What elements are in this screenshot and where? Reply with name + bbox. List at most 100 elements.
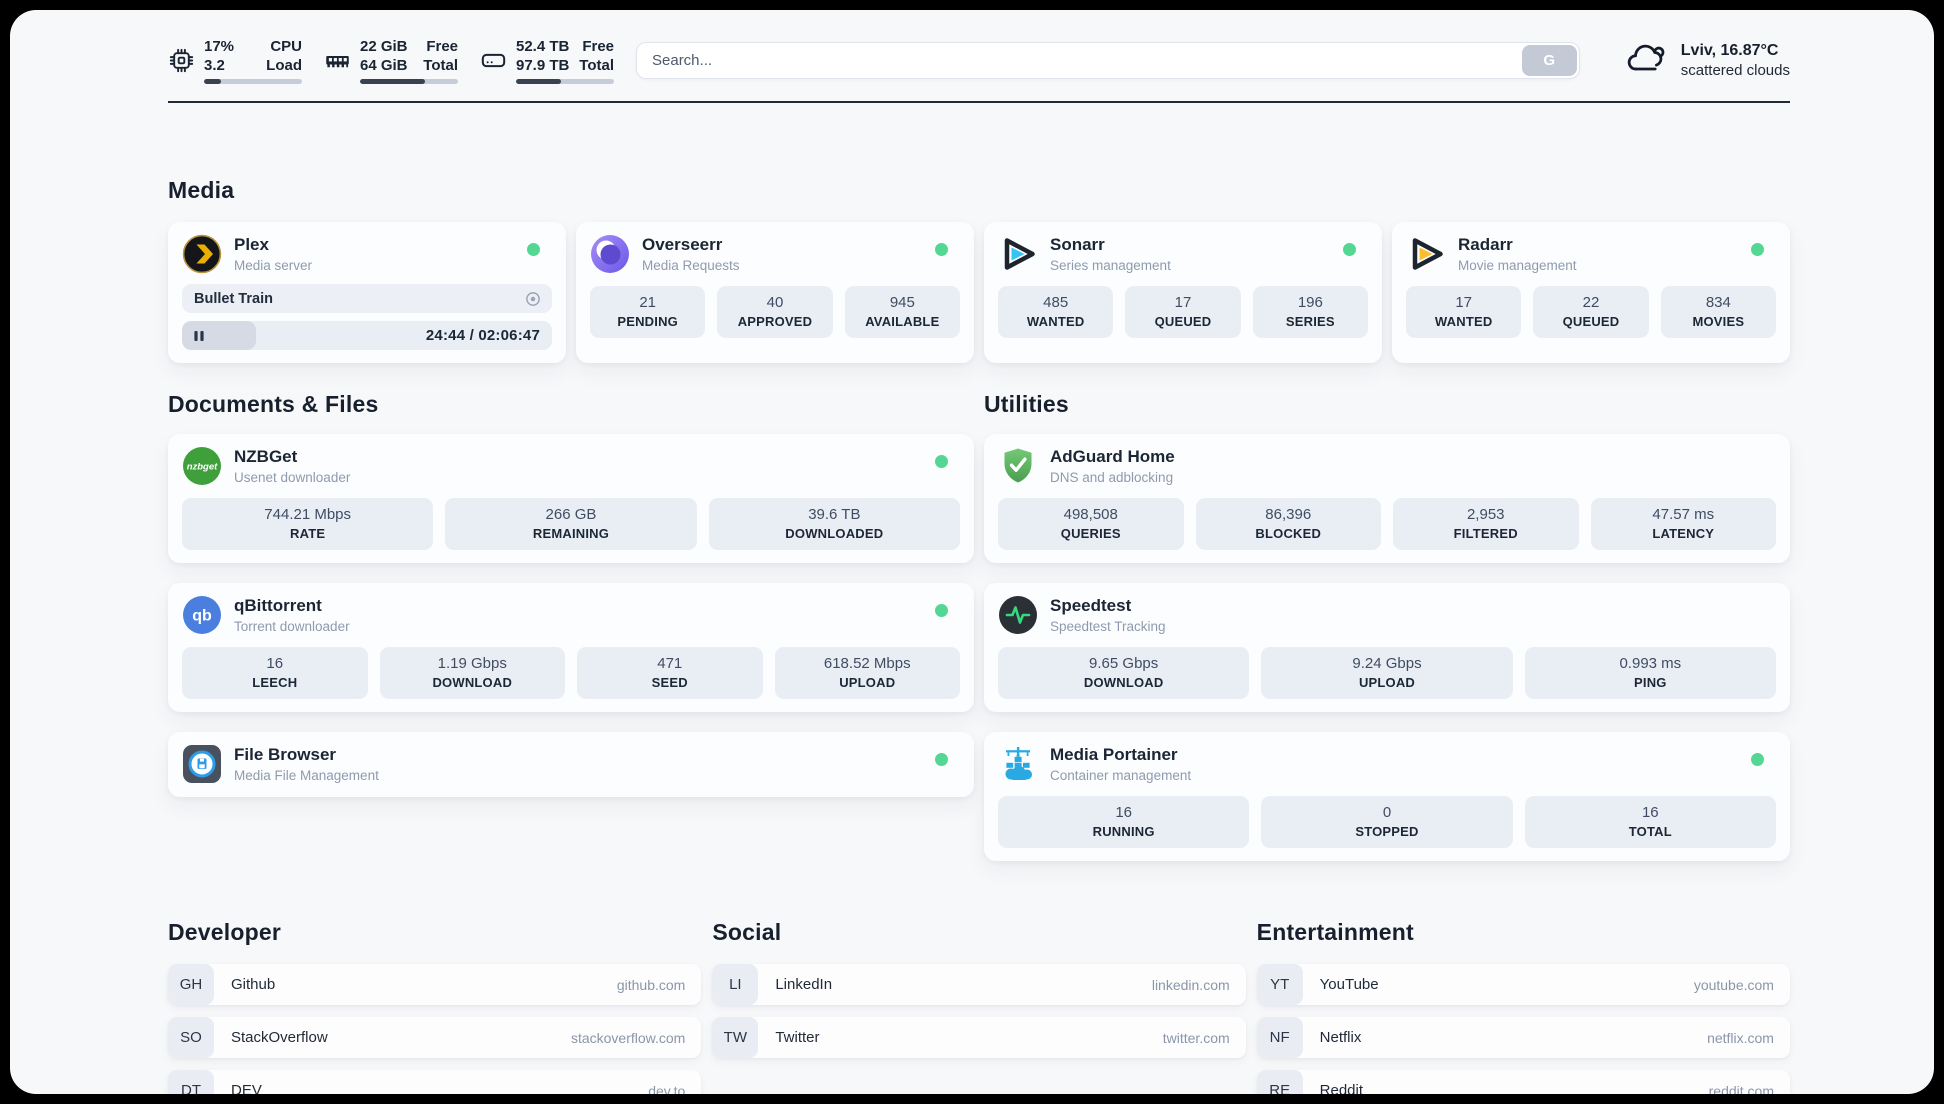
speedtest-card[interactable]: Speedtest Speedtest Tracking 9.65 Gbps DO…: [984, 583, 1790, 712]
app-title: File Browser: [234, 745, 337, 764]
bookmark-abbr: LI: [712, 964, 759, 1005]
system-stats: 17% 3.2 CPU Load 22 GiB 64 GiB Free Total: [168, 37, 614, 85]
plex-card[interactable]: Plex Media server Bullet Train 24:44 / 0…: [168, 222, 566, 363]
cpu-progress-fill: [204, 79, 221, 85]
stat-download: 1.19 Gbps DOWNLOAD: [379, 647, 565, 699]
documents-section: Documents & Files nzbget NZBGet Usenet d…: [168, 391, 974, 861]
app-title: Media Portainer: [1050, 745, 1178, 764]
plex-progress-bar[interactable]: 24:44 / 02:06:47: [182, 321, 552, 350]
bookmark-url: youtube.com: [1693, 976, 1774, 993]
status-online-dot: [935, 243, 948, 256]
stat-downloaded: 39.6 TB DOWNLOADED: [708, 498, 960, 550]
stat-total: 16 TOTAL: [1524, 796, 1776, 848]
search-input[interactable]: [636, 42, 1580, 79]
video-session-icon[interactable]: [524, 290, 542, 308]
stat-queries: 498,508 QUERIES: [998, 498, 1184, 550]
stat-remaining: 266 GB REMAINING: [445, 498, 697, 550]
now-playing-title: Bullet Train: [194, 290, 273, 307]
app-subtitle: Movie management: [1458, 258, 1577, 273]
dashboard-page: 17% 3.2 CPU Load 22 GiB 64 GiB Free Total: [10, 10, 1934, 1094]
disk-stat: 52.4 TB 97.9 TB Free Total: [480, 37, 614, 85]
adguard-card[interactable]: AdGuard Home DNS and adblocking 498,508 Q…: [984, 434, 1790, 563]
utilities-section-title: Utilities: [984, 391, 1069, 417]
memory-free: 22 GiB: [360, 37, 408, 55]
bookmark-abbr: NF: [1256, 1017, 1303, 1058]
stat-rate: 744.21 Mbps RATE: [182, 498, 434, 550]
qbittorrent-icon: qb: [182, 595, 222, 635]
cpu-stat: 17% 3.2 CPU Load: [168, 37, 302, 85]
bookmark-github[interactable]: GH Github github.com: [168, 964, 702, 1005]
disk-progress-track: [516, 79, 614, 85]
social-section-title: Social: [712, 919, 782, 945]
stat-available: 945 AVAILABLE: [844, 286, 960, 338]
developer-section: Developer GH Github github.com SO StackO…: [168, 919, 702, 1094]
bookmark-reddit[interactable]: RE Reddit reddit.com: [1256, 1070, 1790, 1095]
cloud-icon: [1624, 36, 1668, 85]
bookmark-name: StackOverflow: [231, 1029, 328, 1046]
bookmark-dev[interactable]: DT DEV dev.to: [168, 1070, 702, 1094]
stat-ping: 0.993 ms PING: [1524, 647, 1776, 699]
entertainment-section-title: Entertainment: [1256, 919, 1414, 945]
playback-time: 24:44 / 02:06:47: [425, 327, 540, 344]
bookmark-abbr: SO: [168, 1017, 214, 1058]
app-title: Radarr: [1458, 235, 1513, 254]
bookmark-url: stackoverflow.com: [570, 1029, 686, 1046]
nzbget-card[interactable]: nzbget NZBGet Usenet downloader 744.21 M…: [168, 434, 974, 563]
media-section-title: Media: [168, 177, 235, 203]
disk-progress-fill: [516, 79, 562, 85]
status-online-dot: [935, 455, 948, 468]
status-online-dot: [527, 243, 540, 256]
cpu-progress-track: [204, 79, 302, 85]
bookmark-youtube[interactable]: YT YouTube youtube.com: [1256, 964, 1790, 1005]
filebrowser-card[interactable]: File Browser Media File Management: [168, 732, 974, 797]
bookmark-name: Netflix: [1319, 1029, 1362, 1046]
bookmark-name: Twitter: [775, 1029, 820, 1046]
qbittorrent-card[interactable]: qb qBittorrent Torrent downloader 16 LEEC…: [168, 583, 974, 712]
bookmark-twitter[interactable]: TW Twitter twitter.com: [712, 1017, 1246, 1058]
stat-running: 16 RUNNING: [998, 796, 1250, 848]
cpu-icon: [168, 47, 195, 74]
bookmark-netflix[interactable]: NF Netflix netflix.com: [1256, 1017, 1790, 1058]
speedtest-icon: [998, 595, 1038, 635]
cpu-label: CPU: [270, 37, 302, 55]
header-divider: [168, 101, 1790, 103]
media-section: Media Plex Media server Bullet Train 24:…: [168, 177, 1790, 363]
search-engine-button[interactable]: G: [1521, 45, 1577, 76]
bookmark-abbr: DT: [168, 1070, 214, 1094]
status-online-dot: [1751, 243, 1764, 256]
bookmark-abbr: GH: [168, 964, 214, 1005]
sonarr-card[interactable]: Sonarr Series management 485 WANTED 17 QUE…: [984, 222, 1382, 363]
status-online-dot: [935, 753, 948, 766]
bookmark-url: reddit.com: [1708, 1082, 1774, 1095]
social-section: Social LI LinkedIn linkedin.com TW Twitt…: [712, 919, 1246, 1094]
bookmark-name: Github: [231, 976, 276, 993]
bookmark-abbr: RE: [1256, 1070, 1303, 1094]
cpu-load-label: Load: [266, 57, 302, 74]
bookmark-url: twitter.com: [1162, 1029, 1230, 1046]
pause-icon[interactable]: [192, 329, 206, 343]
search-bar: G: [636, 42, 1580, 79]
bookmark-linkedin[interactable]: LI LinkedIn linkedin.com: [712, 964, 1246, 1005]
cpu-load-value: 3.2: [204, 57, 225, 74]
adguard-icon: [998, 446, 1038, 486]
status-online-dot: [935, 604, 948, 617]
documents-section-title: Documents & Files: [168, 391, 379, 417]
stat-blocked: 86,396 BLOCKED: [1195, 498, 1381, 550]
memory-progress-track: [360, 79, 458, 85]
app-title: Speedtest: [1050, 596, 1132, 615]
memory-free-label: Free: [426, 37, 458, 55]
weather-condition: scattered clouds: [1680, 62, 1790, 79]
bookmark-name: Reddit: [1319, 1082, 1364, 1094]
screen: 17% 3.2 CPU Load 22 GiB 64 GiB Free Total: [0, 0, 1944, 1104]
utilities-section: Utilities AdGuard Home DNS and adblockin…: [984, 391, 1790, 861]
overseerr-card[interactable]: Overseerr Media Requests 21 PENDING 40 APP…: [576, 222, 974, 363]
disk-free-label: Free: [582, 37, 614, 55]
portainer-card[interactable]: Media Portainer Container management 16 R…: [984, 732, 1790, 861]
memory-total-label: Total: [423, 57, 458, 74]
app-subtitle: Speedtest Tracking: [1050, 619, 1166, 634]
stat-filtered: 2,953 FILTERED: [1393, 498, 1579, 550]
radarr-card[interactable]: Radarr Movie management 17 WANTED 22 QUEUE…: [1392, 222, 1790, 363]
app-subtitle: Media Requests: [642, 258, 740, 273]
bookmark-url: linkedin.com: [1151, 976, 1230, 993]
bookmark-stackoverflow[interactable]: SO StackOverflow stackoverflow.com: [168, 1017, 702, 1058]
